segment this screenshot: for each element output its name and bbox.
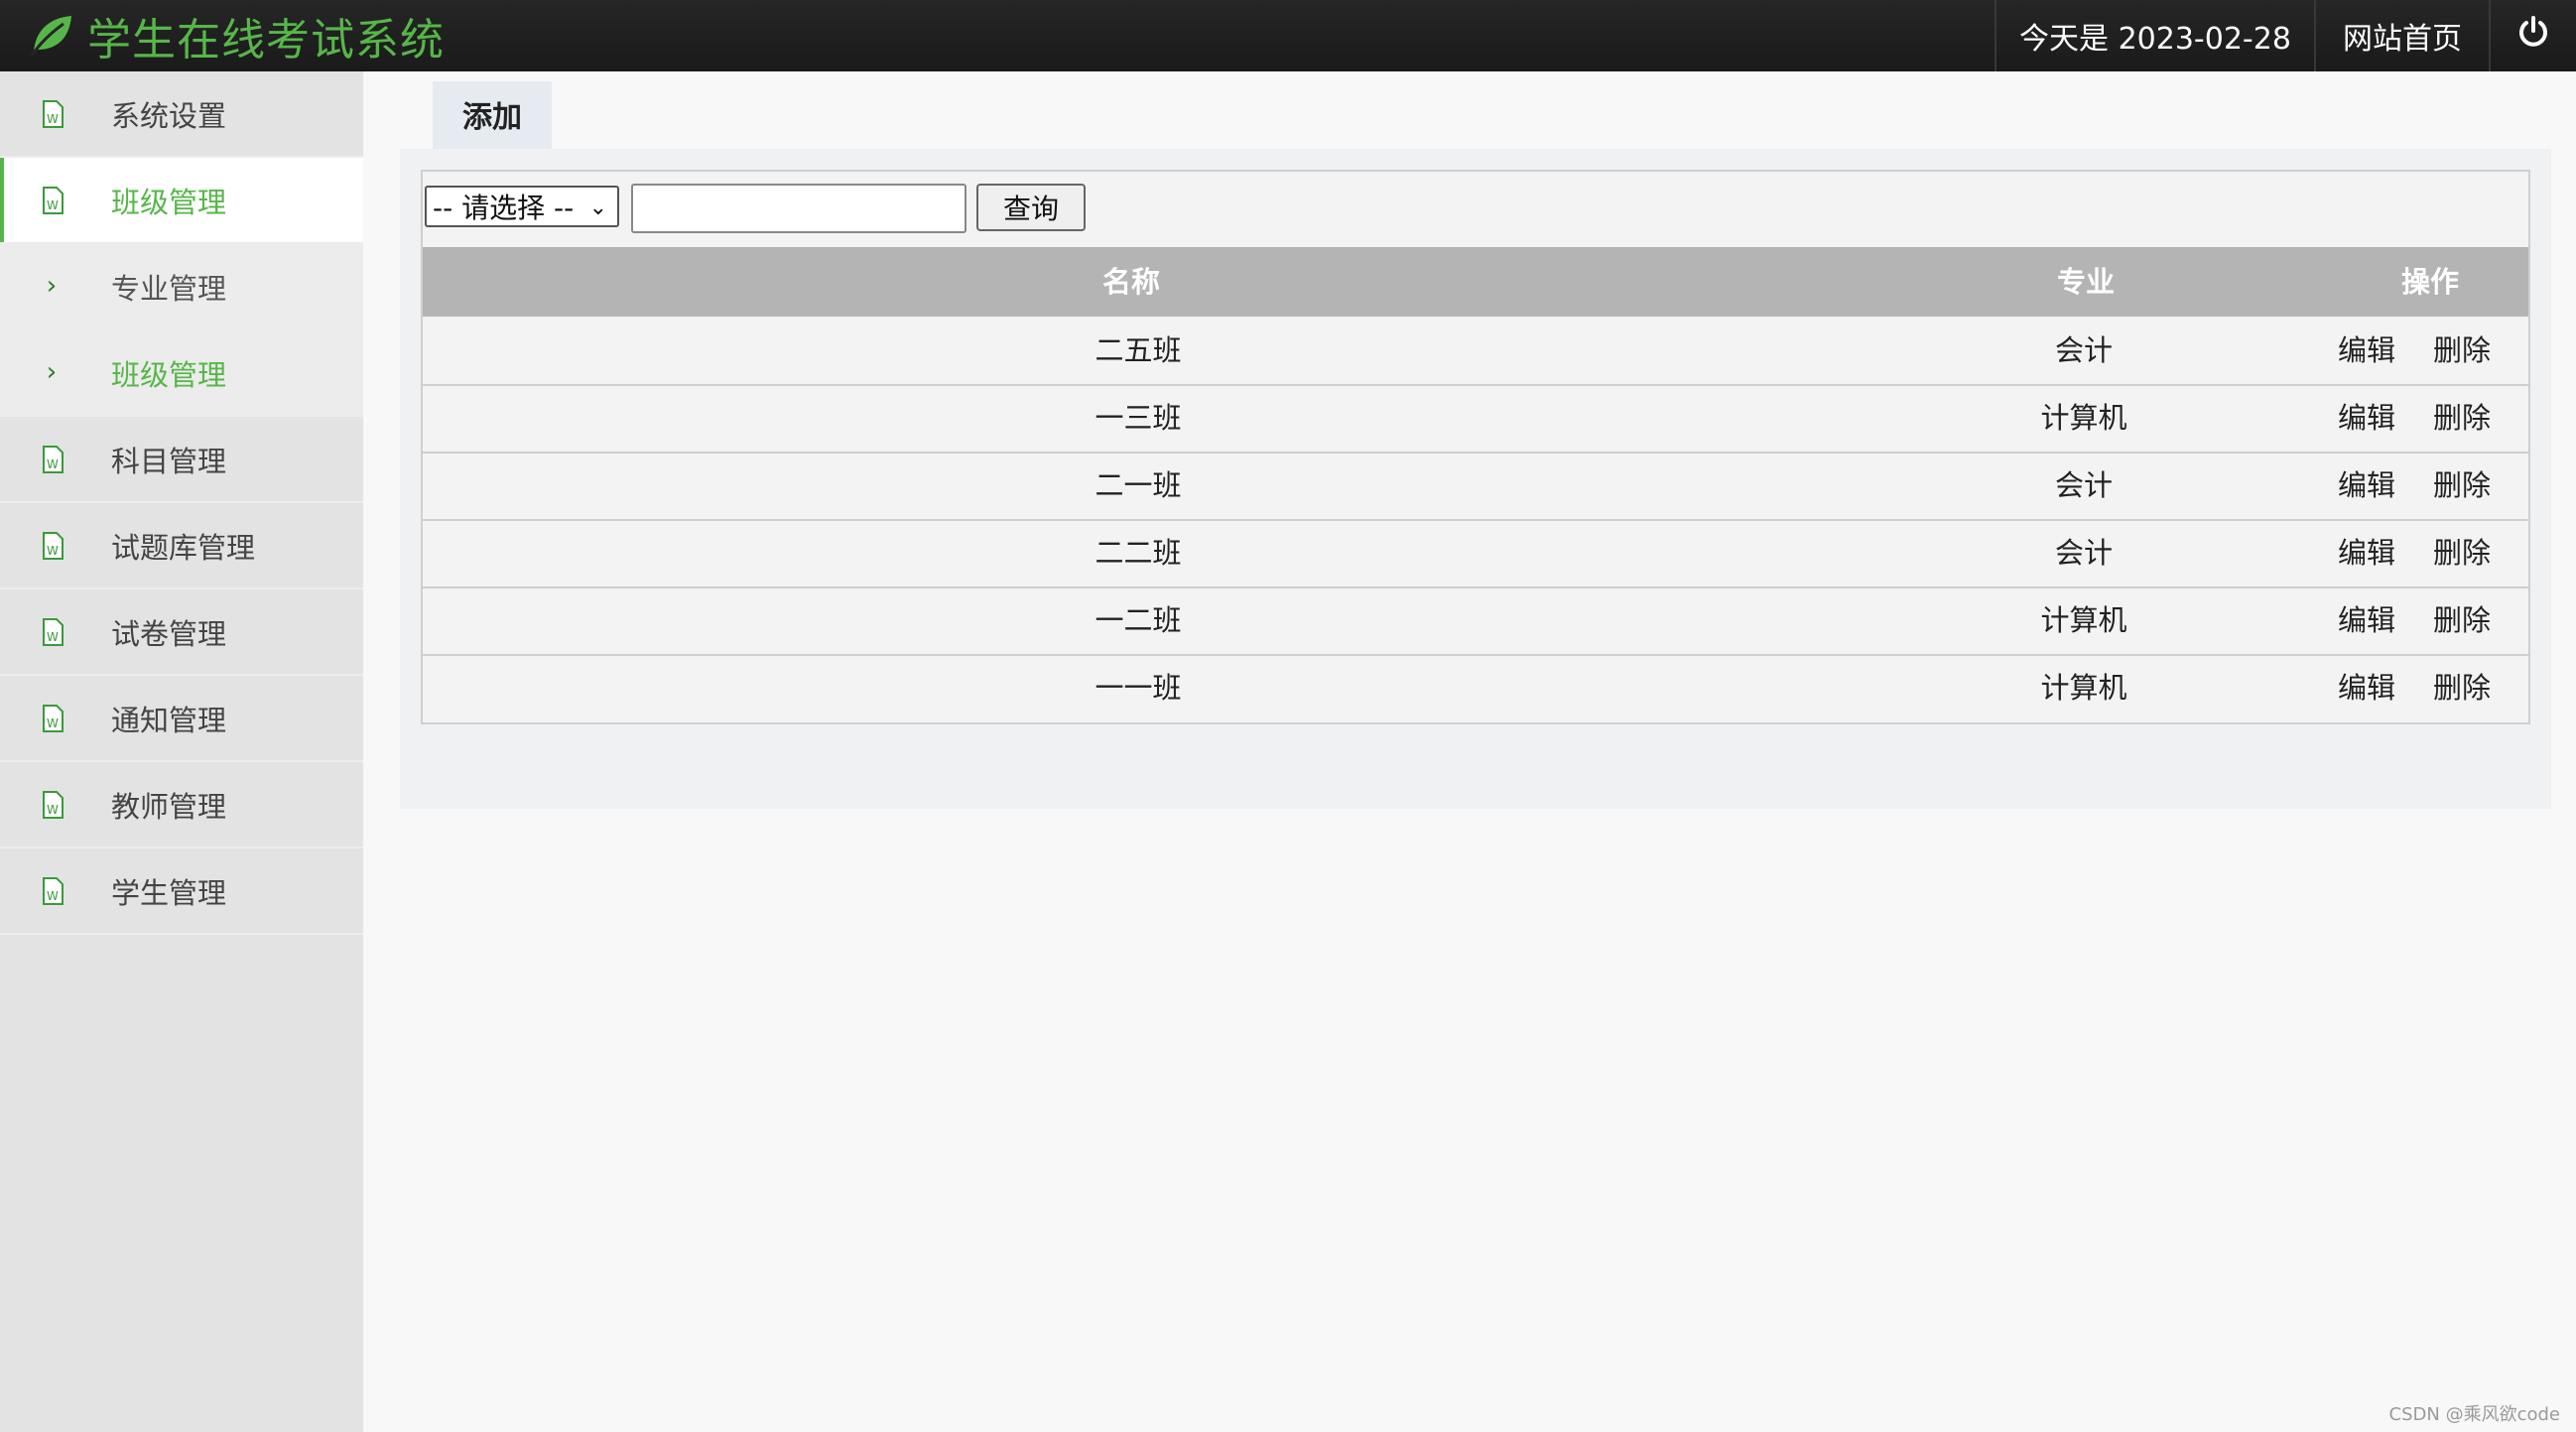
- sidebar-item-system-settings[interactable]: W 系统设置: [0, 71, 363, 158]
- cell-name: 二一班: [1095, 468, 1182, 502]
- document-icon: W: [38, 790, 67, 820]
- sidebar-item-label: 科目管理: [111, 444, 227, 478]
- sidebar-item-label: 试题库管理: [111, 530, 256, 565]
- cell-major: 会计: [2054, 333, 2113, 367]
- cell-ops: 编辑 删除: [2312, 519, 2528, 586]
- logo: 学生在线考试系统: [26, 0, 445, 71]
- leaf-icon: [26, 8, 77, 64]
- cell-ops: 编辑 删除: [2312, 586, 2528, 654]
- cell-major: 计算机: [2040, 603, 2127, 637]
- power-button[interactable]: [2489, 0, 2576, 71]
- svg-text:W: W: [47, 198, 59, 212]
- delete-link[interactable]: 删除: [2433, 586, 2491, 654]
- table-row: 二二班 会计 编辑 删除: [423, 519, 2528, 588]
- cell-major: 计算机: [2040, 671, 2127, 705]
- cell-name: 一三班: [1095, 401, 1182, 435]
- delete-link[interactable]: 删除: [2433, 317, 2491, 384]
- sidebar-item-class-management[interactable]: W 班级管理: [0, 158, 363, 244]
- sidebar-item-exam-paper[interactable]: W 试卷管理: [0, 589, 363, 676]
- sidebar-item-label: 通知管理: [111, 703, 227, 737]
- sidebar-item-subject-management[interactable]: W 科目管理: [0, 417, 363, 503]
- add-button[interactable]: 添加: [433, 81, 552, 149]
- watermark: CSDN @乘风欲code: [2388, 1404, 2560, 1425]
- sidebar-item-label: 专业管理: [111, 271, 227, 306]
- cell-major: 会计: [2054, 536, 2113, 570]
- sidebar-item-notice[interactable]: W 通知管理: [0, 676, 363, 762]
- document-icon: W: [38, 99, 67, 129]
- cell-ops: 编辑 删除: [2312, 452, 2528, 519]
- sidebar-item-teacher[interactable]: W 教师管理: [0, 762, 363, 848]
- svg-text:W: W: [47, 457, 59, 471]
- sidebar-item-label: 班级管理: [111, 185, 227, 219]
- edit-link[interactable]: 编辑: [2338, 452, 2395, 519]
- sidebar-item-question-bank[interactable]: W 试题库管理: [0, 503, 363, 589]
- svg-text:W: W: [47, 803, 59, 817]
- document-icon: W: [38, 704, 67, 733]
- cell-major: 会计: [2054, 468, 2113, 502]
- document-icon: W: [38, 617, 67, 647]
- header-ops: 操作: [2400, 265, 2459, 299]
- sidebar-item-label: 教师管理: [111, 789, 227, 824]
- sidebar-subitem-major-management[interactable]: › 专业管理: [0, 244, 363, 330]
- sidebar-item-label: 试卷管理: [111, 616, 227, 651]
- cell-name: 一二班: [1095, 603, 1182, 637]
- sidebar-item-label: 学生管理: [111, 875, 227, 910]
- svg-text:W: W: [47, 630, 59, 644]
- cell-major: 计算机: [2040, 401, 2127, 435]
- delete-link[interactable]: 删除: [2433, 384, 2491, 452]
- sidebar-item-label: 班级管理: [111, 357, 227, 392]
- document-icon: W: [38, 876, 67, 906]
- document-icon: W: [38, 186, 67, 215]
- cell-name: 一一班: [1095, 671, 1182, 705]
- delete-link[interactable]: 删除: [2433, 519, 2491, 586]
- select-value: -- 请选择 --: [433, 192, 575, 224]
- search-input[interactable]: [631, 184, 966, 233]
- delete-link[interactable]: 删除: [2433, 654, 2491, 721]
- major-select[interactable]: -- 请选择 -- ⌄: [425, 186, 619, 227]
- header-major: 专业: [2056, 265, 2115, 299]
- cell-ops: 编辑 删除: [2312, 317, 2528, 384]
- chevron-down-icon: ⌄: [588, 195, 607, 220]
- cell-name: 二五班: [1095, 333, 1182, 367]
- delete-link[interactable]: 删除: [2433, 452, 2491, 519]
- svg-text:W: W: [47, 112, 59, 126]
- power-icon: [2516, 15, 2550, 57]
- document-icon: W: [38, 445, 67, 474]
- class-table: -- 请选择 -- ⌄ 查询 名称 专业 操作 二五班 会计 编辑 删除 一三班 …: [421, 170, 2530, 724]
- home-link[interactable]: 网站首页: [2314, 0, 2489, 71]
- app-title: 学生在线考试系统: [87, 15, 445, 65]
- sidebar-subitem-class-management[interactable]: › 班级管理: [0, 330, 363, 417]
- edit-link[interactable]: 编辑: [2338, 586, 2395, 654]
- svg-text:W: W: [47, 889, 59, 903]
- chevron-right-icon: ›: [46, 271, 58, 301]
- edit-link[interactable]: 编辑: [2338, 384, 2395, 452]
- sidebar-item-label: 系统设置: [111, 98, 227, 133]
- table-row: 二一班 会计 编辑 删除: [423, 452, 2528, 521]
- cell-name: 二二班: [1095, 536, 1182, 570]
- svg-text:W: W: [47, 544, 59, 558]
- edit-link[interactable]: 编辑: [2338, 654, 2395, 721]
- edit-link[interactable]: 编辑: [2338, 317, 2395, 384]
- table-header: 名称 专业 操作: [423, 247, 2528, 317]
- sidebar-item-student[interactable]: W 学生管理: [0, 848, 363, 935]
- cell-ops: 编辑 删除: [2312, 654, 2528, 721]
- table-row: 一三班 计算机 编辑 删除: [423, 384, 2528, 454]
- document-icon: W: [38, 531, 67, 561]
- table-row: 一二班 计算机 编辑 删除: [423, 586, 2528, 656]
- top-bar: 学生在线考试系统 今天是 2023-02-28 网站首页: [0, 0, 2576, 71]
- edit-link[interactable]: 编辑: [2338, 519, 2395, 586]
- table-row: 一一班 计算机 编辑 删除: [423, 654, 2528, 721]
- chevron-right-icon: ›: [46, 357, 58, 387]
- svg-text:W: W: [47, 716, 59, 730]
- table-row: 二五班 会计 编辑 删除: [423, 317, 2528, 386]
- current-date: 今天是 2023-02-28: [1995, 0, 2314, 71]
- header-name: 名称: [1101, 265, 1160, 299]
- search-row: -- 请选择 -- ⌄ 查询: [423, 172, 2528, 247]
- cell-ops: 编辑 删除: [2312, 384, 2528, 452]
- query-button[interactable]: 查询: [976, 184, 1086, 231]
- sidebar: W 系统设置 W 班级管理 › 专业管理 › 班级管理 W 科目管理 W 试题库…: [0, 71, 363, 1432]
